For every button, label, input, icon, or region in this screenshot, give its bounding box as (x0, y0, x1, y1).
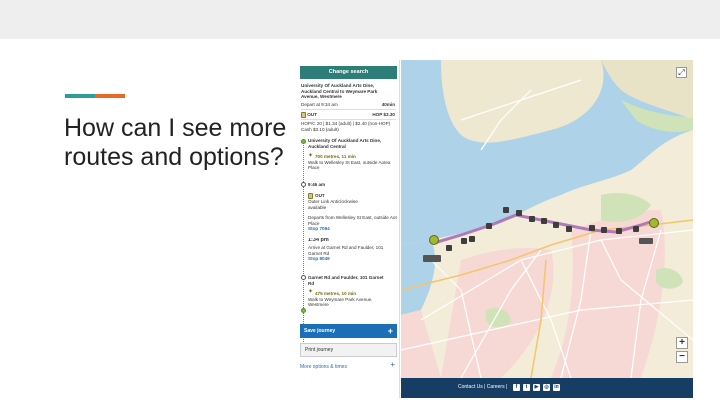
walk-icon: ✦ (308, 153, 314, 159)
top-band (0, 0, 720, 39)
zoom-out-button[interactable]: − (676, 351, 688, 363)
slide-title: How can I see more routes and options? (64, 114, 287, 171)
walk-label (639, 238, 653, 244)
map-canvas (401, 60, 693, 378)
plus-icon: + (390, 360, 395, 369)
linkedin-icon[interactable]: in (553, 384, 560, 391)
origin-marker (429, 235, 439, 245)
transfer-dot (301, 182, 306, 187)
more-options-label: More options & times (300, 364, 347, 370)
bus-name: available (308, 204, 327, 210)
start-stop: Auckland Central (308, 143, 346, 149)
plus-icon: + (387, 326, 393, 336)
leg-time: 1:34 pm (308, 238, 329, 243)
walk-instructions: Westmere (308, 302, 329, 307)
fare-info: Cash $3.10 (adult) (301, 126, 339, 132)
start-dot (301, 139, 306, 144)
route-map[interactable]: ⤢ + − (401, 60, 693, 378)
end-dot (301, 308, 306, 313)
origin-line: Avenue, Westmere (301, 94, 342, 99)
bus-route: OUT (315, 193, 325, 198)
fullscreen-icon[interactable]: ⤢ (676, 67, 687, 78)
print-journey-button[interactable]: Print journey (300, 343, 397, 357)
journey-timeline (303, 140, 304, 352)
destination-marker (649, 218, 659, 228)
accent-bar-orange (95, 94, 125, 98)
price: HOP $3.30 (372, 112, 395, 117)
save-journey-label: Save journey (304, 328, 336, 334)
leg-time: 9:46 am (308, 182, 326, 187)
twitter-icon[interactable]: t (523, 384, 530, 391)
end-stop: Rd (308, 280, 315, 286)
instagram-icon[interactable]: ◎ (543, 384, 550, 391)
journey-panel: Change search University Of Auckland Art… (297, 60, 400, 398)
transfer-dot (301, 275, 306, 280)
zoom-in-button[interactable]: + (676, 337, 688, 349)
stop-link[interactable]: Stop 8049 (308, 256, 397, 262)
facebook-icon[interactable]: f (513, 384, 520, 391)
journey-planner-screenshot: Change search University Of Auckland Art… (297, 60, 693, 398)
footer-links[interactable]: Contact Us | Careers | (458, 384, 507, 391)
bus-icon (301, 112, 306, 118)
divider (301, 109, 396, 110)
duration: 40min (381, 102, 395, 107)
walk-icon: ✦ (308, 289, 314, 295)
more-options-link[interactable]: More options & times + (300, 360, 397, 371)
youtube-icon[interactable]: ▶ (533, 384, 540, 391)
walk-label (423, 255, 441, 262)
divider (301, 119, 396, 120)
site-footer: Contact Us | Careers | f t ▶ ◎ in (401, 378, 693, 398)
walk-instructions: Place (308, 165, 320, 170)
stop-link[interactable]: Stop 7094 (308, 226, 397, 232)
save-journey-button[interactable]: Save journey + (300, 324, 397, 338)
change-search-button[interactable]: Change search (300, 66, 397, 79)
accent-bar-teal (65, 94, 95, 98)
